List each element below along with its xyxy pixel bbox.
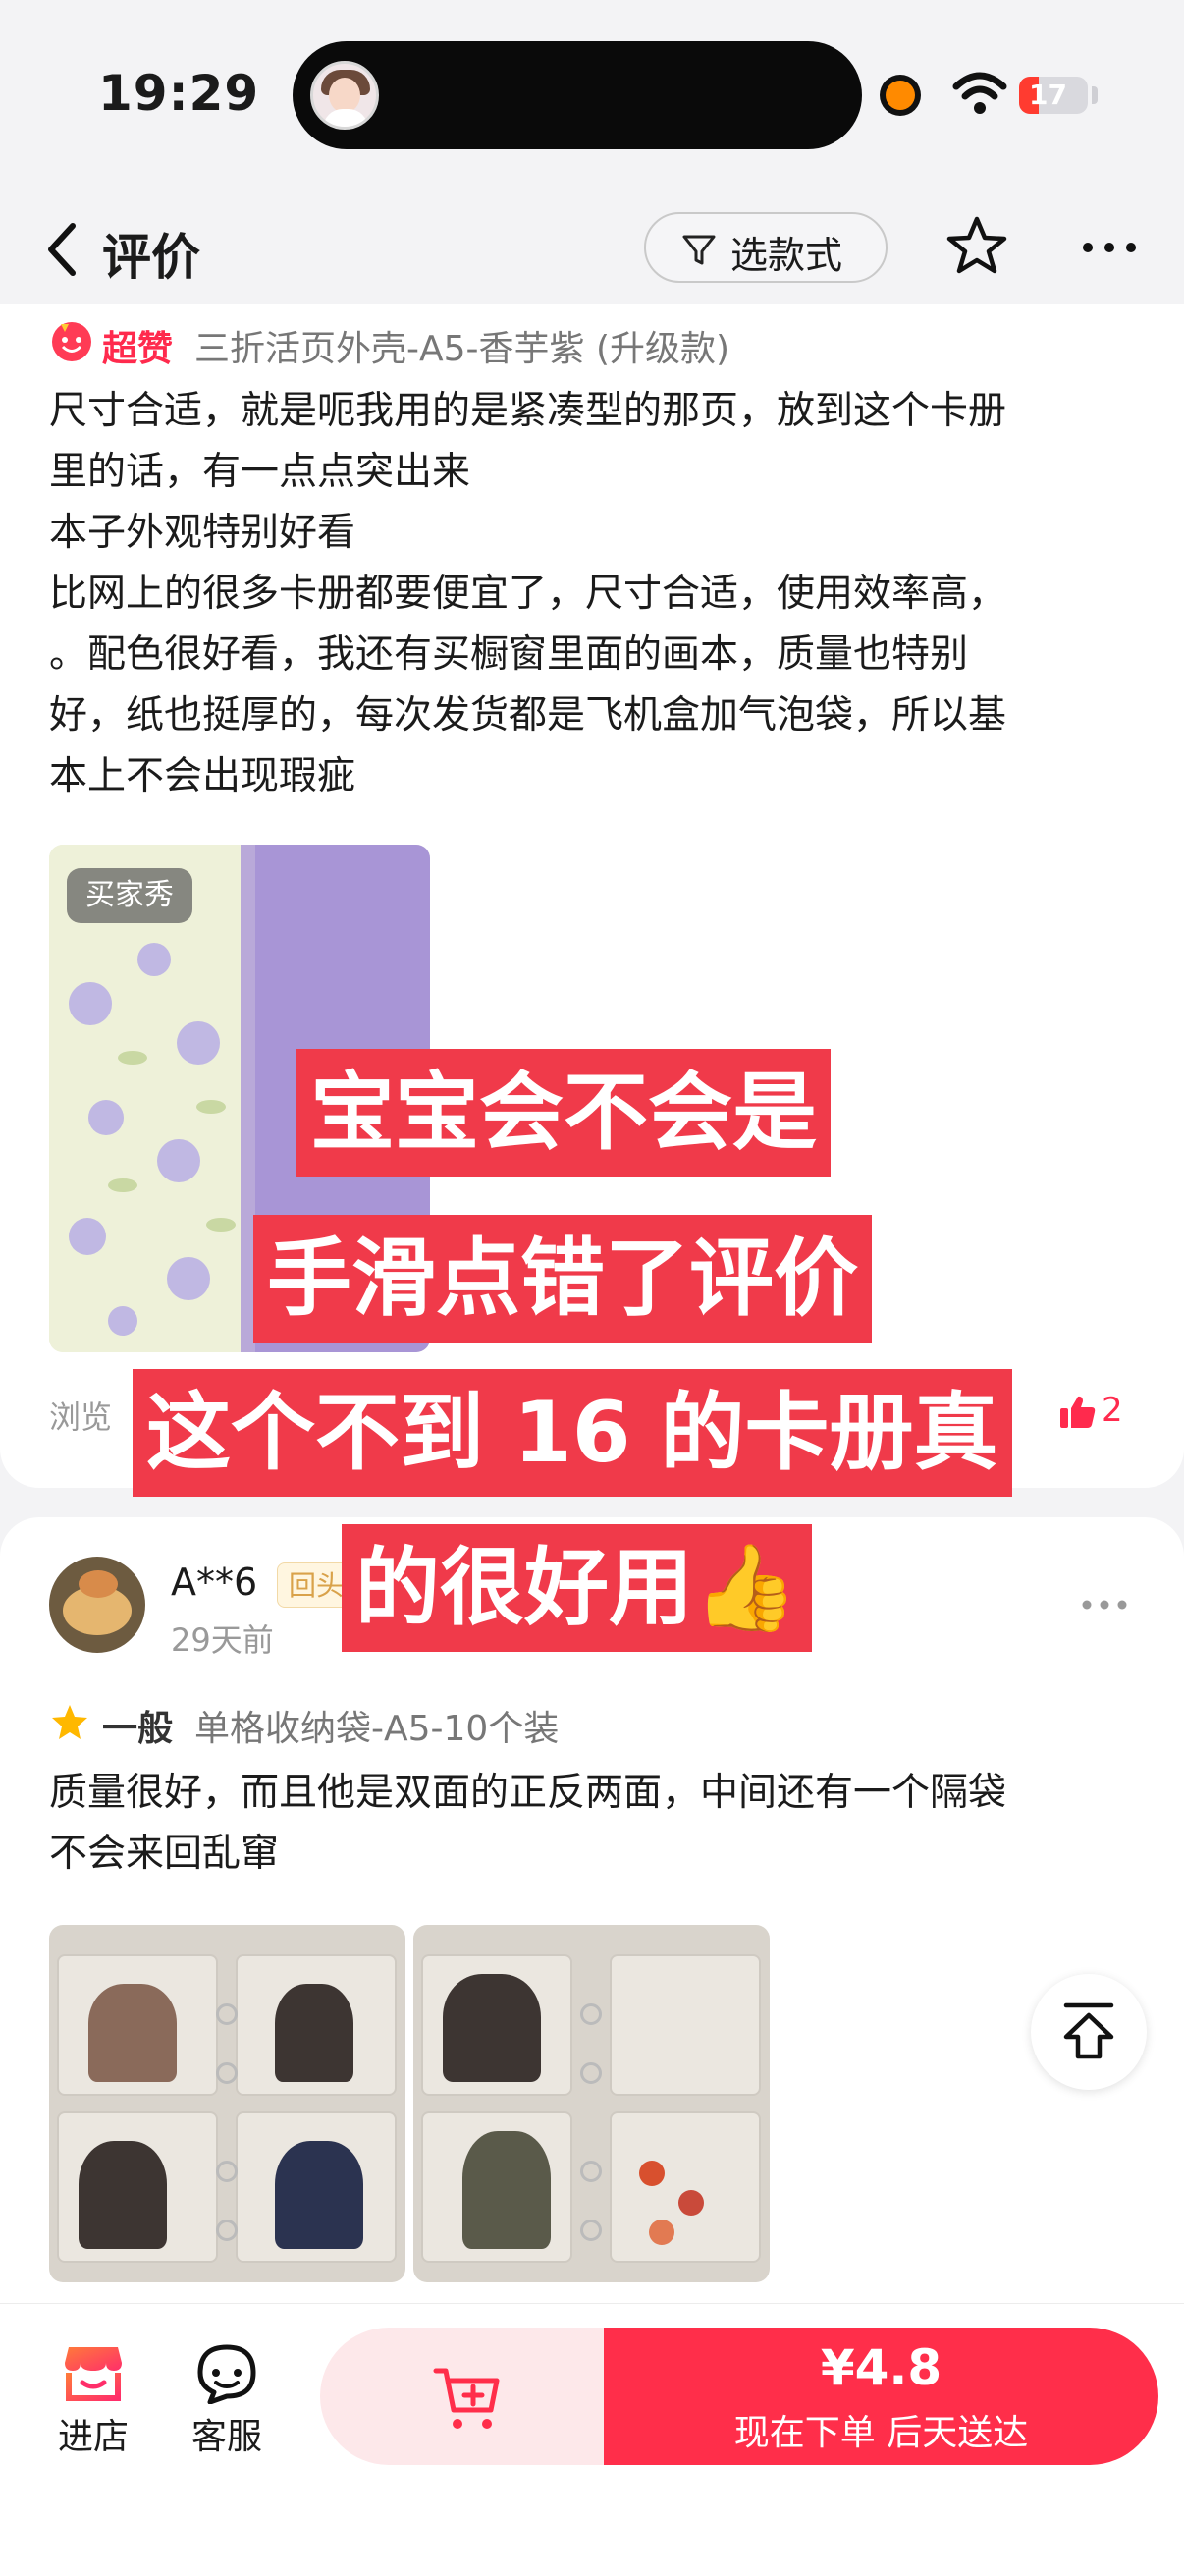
wifi-icon [952,72,1007,114]
add-cart-icon [433,2368,500,2429]
shop-button[interactable]: 进店 [49,2343,137,2461]
buy-subtitle: 现在下单 后天送达 [733,2413,1029,2453]
rating-badge: 超赞 [102,329,174,369]
avatar[interactable] [49,1557,145,1653]
review-line: 好，纸也挺厚的，每次发货都是飞机盒加气泡袋，所以基 [49,693,1007,738]
review-line: 尺寸合适，就是呃我用的是紧凑型的那页，放到这个卡册 [49,389,1007,433]
service-label: 客服 [190,2417,262,2457]
status-time: 19:29 [98,65,260,122]
overlay-caption-line: 手滑点错了评价 [253,1215,872,1343]
battery-level: 17 [1029,79,1067,111]
review-line: 里的话，有一点点突出来 [49,450,471,494]
star-filled-icon [52,1705,87,1739]
review-line: 本子外观特别好看 [49,511,356,555]
review-photo[interactable] [49,1925,405,2282]
more-dots-icon[interactable] [1080,240,1139,255]
overlay-caption-line: 宝宝会不会是 [296,1049,831,1177]
back-arrow-icon[interactable] [43,220,82,279]
rating-badge: 一般 [102,1709,174,1749]
overlay-caption-line: 的很好用👍 [342,1524,813,1652]
review-line: 。配色很好看，我还有买橱窗里面的画本，质量也特别 [49,632,969,677]
review-text: 质量很好，而且他是双面的正反两面，中间还有一个隔袋 不会来回乱窜 [49,1763,1139,1885]
status-bar: 19:29 17 [0,0,1184,187]
like-button[interactable]: 2 [1058,1391,1147,1434]
like-count: 2 [1102,1391,1123,1430]
views-label: 浏览 [49,1398,113,1436]
dynamic-island [293,41,862,149]
filter-label: 选款式 [730,234,843,277]
star-outline-icon[interactable] [944,214,1009,279]
review-photo[interactable] [413,1925,770,2282]
thumb-up-icon [1060,1396,1096,1428]
back-to-top-icon [1063,2002,1114,2059]
buy-now-button[interactable]: ¥4.8 现在下单 后天送达 [604,2328,1158,2465]
bottom-action-bar: 进店 客服 ¥4.8 现在下单 后天送达 [0,2303,1184,2576]
shop-icon [65,2347,122,2401]
customer-service-icon [197,2344,256,2404]
buyer-show-tag: 买家秀 [67,868,192,923]
smiley-face-icon [52,322,91,361]
filter-icon [682,235,716,265]
nav-bar: 评价 选款式 [0,196,1184,304]
customer-service-button[interactable]: 客服 [183,2343,271,2461]
add-to-cart-button[interactable] [320,2328,615,2465]
battery-icon: 17 [1019,77,1088,114]
review-line: 本上不会出现瑕疵 [49,754,356,798]
review-line: 比网上的很多卡册都要便宜了，尺寸合适，使用效率高， [49,572,1007,616]
review-text: 尺寸合适，就是呃我用的是紧凑型的那页，放到这个卡册 里的话，有一点点突出来 本子… [49,381,1139,807]
variant-label: 三折活页外壳-A5-香芋紫 (升级款) [194,329,730,369]
review-line: 质量很好，而且他是双面的正反两面，中间还有一个隔袋 [49,1771,1007,1815]
more-dots-icon[interactable] [1080,1598,1129,1612]
overlay-caption-line: 这个不到 16 的卡册真 [133,1369,1012,1497]
review-time: 29天前 [171,1621,274,1659]
review-line: 不会来回乱窜 [49,1832,280,1876]
user-name: A**6 [171,1561,258,1604]
recording-indicator [886,81,915,110]
island-avatar [310,61,379,130]
back-to-top-button[interactable] [1031,1974,1147,2090]
page-title: 评价 [102,229,200,286]
variant-label: 单格收纳袋-A5-10个装 [194,1709,560,1749]
shop-label: 进店 [57,2417,129,2457]
filter-style-button[interactable]: 选款式 [644,212,888,283]
price: ¥4.8 [820,2339,942,2396]
